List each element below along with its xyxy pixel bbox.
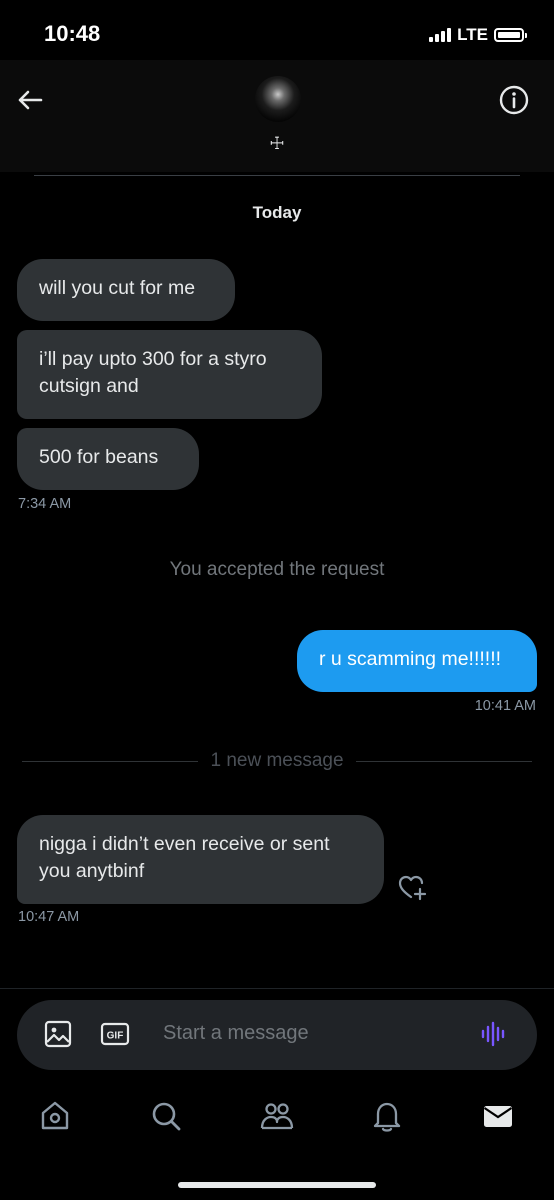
header-divider	[34, 175, 520, 176]
composer-divider	[0, 988, 554, 989]
image-icon[interactable]	[43, 1019, 73, 1049]
message-bubble[interactable]: i’ll pay upto 300 for a styro cutsign an…	[17, 330, 322, 419]
signal-icon	[429, 28, 452, 42]
message-bubble[interactable]: will you cut for me	[17, 259, 235, 321]
home-icon[interactable]	[37, 1098, 73, 1134]
new-message-divider: 1 new message	[22, 749, 533, 773]
info-icon[interactable]	[498, 84, 530, 116]
notifications-icon[interactable]	[369, 1098, 405, 1134]
bottom-tab-bar	[0, 1090, 554, 1146]
status-time: 10:48	[44, 21, 101, 46]
voice-message-icon[interactable]	[479, 1019, 509, 1049]
home-indicator	[178, 1182, 376, 1188]
conversation-name[interactable]: ☩	[0, 134, 554, 154]
message-bubble[interactable]: nigga i didn’t even receive or sent you …	[17, 815, 384, 904]
status-indicators: LTE	[429, 25, 527, 45]
message-timestamp: 10:41 AM	[474, 698, 536, 714]
battery-icon	[494, 28, 527, 42]
divider-line	[22, 760, 199, 762]
messages-icon[interactable]	[480, 1098, 516, 1134]
gif-label: GIF	[107, 1031, 124, 1042]
message-timestamp: 10:47 AM	[18, 909, 80, 925]
add-reaction-icon[interactable]	[396, 870, 430, 904]
system-note: You accepted the request	[169, 559, 385, 580]
communities-icon[interactable]	[259, 1098, 295, 1134]
message-composer: GIF Start a message	[17, 1000, 537, 1070]
message-bubble-outgoing[interactable]: r u scamming me!!!!!!	[297, 630, 537, 692]
network-type: LTE	[457, 25, 488, 44]
message-input[interactable]: Start a message	[163, 1022, 309, 1045]
date-label: Today	[252, 203, 302, 222]
search-icon[interactable]	[148, 1098, 184, 1134]
avatar[interactable]	[255, 76, 301, 122]
gif-button[interactable]: GIF	[100, 1019, 130, 1049]
new-message-label: 1 new message	[210, 750, 344, 771]
message-bubble[interactable]: 500 for beans	[17, 428, 199, 490]
message-timestamp: 7:34 AM	[18, 496, 72, 512]
conversation-header: ☩	[0, 60, 554, 172]
gif-icon: GIF	[100, 1022, 130, 1046]
back-arrow-icon[interactable]	[14, 84, 46, 116]
divider-line	[355, 760, 533, 762]
